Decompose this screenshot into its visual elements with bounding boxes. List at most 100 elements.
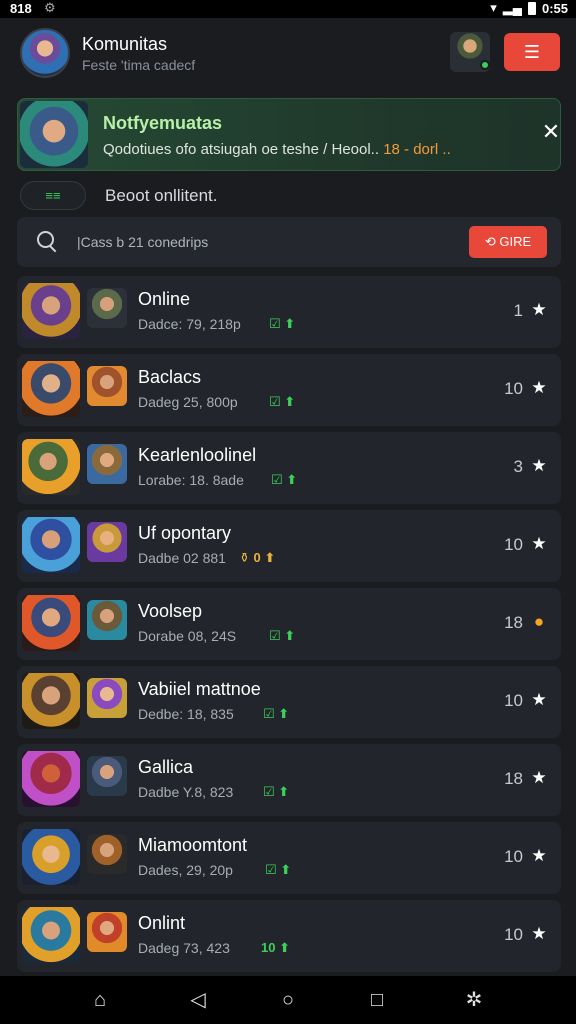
game-thumbnail — [22, 595, 80, 651]
list-item[interactable]: Onlint Dadeg 73, 423 10 ⬆ 10 ★ — [17, 900, 561, 972]
item-name: Vabiiel mattnoe — [138, 679, 261, 699]
game-thumbnail — [22, 907, 80, 963]
banner-avatar — [20, 101, 88, 168]
item-count: 1 — [513, 301, 523, 320]
battery-icon — [527, 1, 536, 15]
filter-chip[interactable]: ≡≡ — [20, 181, 86, 210]
close-icon[interactable]: ✕ — [538, 119, 564, 145]
notification-banner[interactable]: Notfyemuatas Qodotiues ofo atsiugah oe t… — [17, 98, 561, 171]
member-avatar — [87, 834, 127, 874]
game-thumbnail — [22, 361, 80, 417]
list-item[interactable]: Kearlenloolinel Lorabe: 18. 8ade ☑ ⬆ 3 ★ — [17, 432, 561, 504]
item-count: 10 — [504, 535, 523, 554]
back-icon[interactable]: ◁ — [183, 988, 213, 1012]
home-icon[interactable]: ○ — [273, 988, 303, 1012]
list-item[interactable]: Vabiiel mattnoe Dedbe: 18, 835 ☑ ⬆ 10 ★ — [17, 666, 561, 738]
system-nav-bar: ⌂ ◁ ○ □ ✲ — [0, 976, 576, 1024]
user-avatar[interactable] — [450, 32, 490, 72]
star-icon[interactable]: ★ — [529, 846, 549, 866]
star-icon[interactable]: ★ — [529, 300, 549, 320]
item-meta: Lorabe: 18. 8ade — [138, 472, 244, 488]
list-item[interactable]: Uf opontary Dadbe 02 881 ⚱ 0 ⬆ 10 ★ — [17, 510, 561, 582]
header: Komunitas Feste 'tima cadecf ☰ — [0, 18, 576, 90]
banner-text: Qodotiues ofo atsiugah oe teshe / Heool.… — [103, 141, 451, 158]
star-icon[interactable]: ★ — [529, 924, 549, 944]
online-status-dot — [480, 60, 490, 70]
wifi-icon: ▾ — [490, 0, 497, 15]
star-icon[interactable]: ★ — [529, 534, 549, 554]
list-item[interactable]: Baclacs Dadeg 25, 800p ☑ ⬆ 10 ★ — [17, 354, 561, 426]
item-count: 18 — [504, 769, 523, 788]
status-icons: ▾ ▂▄ 0:55 — [490, 0, 568, 16]
search-icon — [37, 231, 57, 251]
search-bar: ⟲ GIRE — [17, 217, 561, 267]
community-avatar[interactable] — [20, 28, 70, 78]
search-button[interactable]: ⟲ GIRE — [469, 226, 547, 258]
item-badge: ☑ ⬆ — [263, 784, 290, 799]
item-meta: Dorabe 08, 24S — [138, 628, 237, 644]
community-icon[interactable]: ⌂ — [85, 988, 115, 1012]
search-input[interactable] — [77, 231, 457, 253]
item-meta: Dadce: 79, 218p — [138, 316, 241, 332]
status-bar: 818 ⚙ ▾ ▂▄ 0:55 — [0, 0, 576, 18]
item-name: Miamoomtont — [138, 835, 248, 855]
item-name: Gallica — [138, 757, 194, 777]
star-icon[interactable]: ★ — [529, 690, 549, 710]
game-thumbnail — [22, 439, 80, 495]
item-count: 10 — [504, 379, 523, 398]
page-subtitle: Feste 'tima cadecf — [82, 57, 196, 73]
status-clock: 0:55 — [541, 0, 568, 16]
member-avatar — [87, 756, 127, 796]
recents-icon[interactable]: □ — [362, 988, 392, 1012]
banner-title: Notfyemuatas — [103, 113, 223, 133]
item-meta: Dadeg 73, 423 — [138, 940, 230, 956]
coin-icon[interactable]: ● — [529, 612, 549, 632]
member-avatar — [87, 522, 127, 562]
member-avatar — [87, 678, 127, 718]
filter-label: Beoot onllitent. — [105, 186, 218, 205]
star-icon[interactable]: ★ — [529, 768, 549, 788]
settings-icon[interactable]: ✲ — [459, 988, 489, 1012]
filter-lines-icon: ☰ — [523, 42, 541, 62]
item-name: Kearlenloolinel — [138, 445, 257, 465]
item-name: Online — [138, 289, 191, 309]
star-icon[interactable]: ★ — [529, 456, 549, 476]
list-item[interactable]: Gallica Dadbe Y.8, 823 ☑ ⬆ 18 ★ — [17, 744, 561, 816]
item-meta: Dadbe Y.8, 823 — [138, 784, 234, 800]
item-count: 18 — [504, 613, 523, 632]
item-meta: Dedbe: 18, 835 — [138, 706, 234, 722]
item-name: Onlint — [138, 913, 186, 933]
item-meta: Dadeg 25, 800p — [138, 394, 238, 410]
item-meta: Dades, 29, 20p — [138, 862, 233, 878]
item-count: 3 — [513, 457, 523, 476]
item-badge: ☑ ⬆ — [263, 706, 290, 721]
star-icon[interactable]: ★ — [529, 378, 549, 398]
member-avatar — [87, 288, 127, 328]
item-badge: ☑ ⬆ — [265, 862, 292, 877]
item-badge: ☑ ⬆ — [269, 394, 296, 409]
item-badge: ☑ ⬆ — [271, 472, 298, 487]
game-thumbnail — [22, 751, 80, 807]
banner-text-main: Qodotiues ofo atsiugah oe teshe / Heool.… — [103, 141, 384, 158]
filter-button[interactable]: ☰ — [504, 33, 560, 71]
search-button-label: GIRE — [499, 234, 532, 249]
banner-text-highlight: 18 - dorl .. — [383, 141, 451, 158]
member-avatar — [87, 600, 127, 640]
item-badge: 10 ⬆ — [261, 940, 290, 955]
list-item[interactable]: Voolsep Dorabe 08, 24S ☑ ⬆ 18 ● — [17, 588, 561, 660]
game-thumbnail — [22, 829, 80, 885]
item-badge: ☑ ⬆ — [269, 316, 296, 331]
member-avatar — [87, 366, 127, 406]
status-time: 818 — [10, 1, 32, 16]
page-title: Komunitas — [82, 34, 168, 54]
member-avatar — [87, 444, 127, 484]
list-item[interactable]: Online Dadce: 79, 218p ☑ ⬆ 1 ★ — [17, 276, 561, 348]
member-avatar — [87, 912, 127, 952]
item-badge: ⚱ 0 ⬆ — [239, 550, 276, 565]
list-item[interactable]: Miamoomtont Dades, 29, 20p ☑ ⬆ 10 ★ — [17, 822, 561, 894]
game-thumbnail — [22, 283, 80, 339]
item-badge: ☑ ⬆ — [269, 628, 296, 643]
signal-icon: ▂▄ — [502, 0, 522, 15]
community-screen: Komunitas Feste 'tima cadecf ☰ Notfyemua… — [0, 18, 576, 976]
settings-icon: ⚙ — [44, 0, 56, 15]
